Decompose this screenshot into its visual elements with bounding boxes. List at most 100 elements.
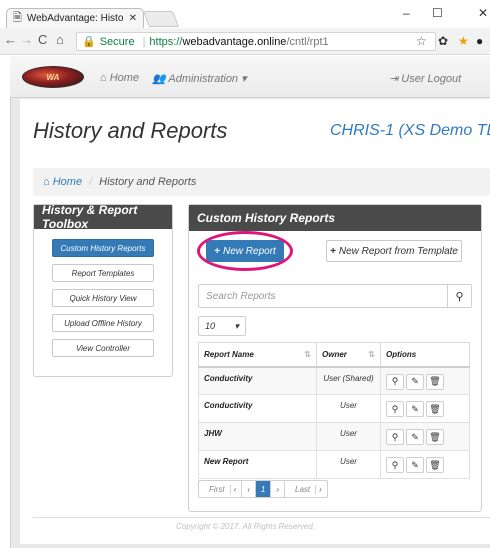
column-options: Options xyxy=(380,342,470,368)
view-icon[interactable]: ⚲ xyxy=(386,429,404,445)
column-options-label: Options xyxy=(386,349,417,359)
breadcrumb: ⌂ Home / History and Reports xyxy=(33,168,490,196)
search-icon: ⚲ xyxy=(455,290,464,303)
delete-icon[interactable]: 🗑 xyxy=(426,457,444,473)
secure-label: Secure xyxy=(99,35,135,48)
toolbox-custom-history-reports[interactable]: Custom History Reports xyxy=(52,239,154,257)
pager-next[interactable]: › xyxy=(271,481,286,497)
report-owner: User xyxy=(316,450,381,479)
toolbox-title: History & Report Toolbox xyxy=(34,203,172,231)
footer-divider xyxy=(33,517,490,518)
tab-close-icon[interactable]: ✕ xyxy=(129,13,137,24)
forward-icon[interactable]: → xyxy=(20,32,33,47)
toolbox-quick-history-view[interactable]: Quick History View xyxy=(52,289,154,307)
pager-last[interactable]: Last › xyxy=(285,481,327,497)
report-owner: User xyxy=(316,422,381,451)
reload-icon[interactable]: C xyxy=(38,32,47,47)
toolbox-upload-offline-history[interactable]: Upload Offline History xyxy=(52,314,154,332)
pager-page-1[interactable]: 1 xyxy=(255,481,272,497)
plus-icon: + xyxy=(330,245,336,257)
nav-logout[interactable]: ⇥ User Logout xyxy=(389,72,461,85)
report-options: ⚲ ✎ 🗑 xyxy=(380,366,470,395)
maximize-icon[interactable]: ☐ xyxy=(432,6,443,20)
breadcrumb-current: History and Reports xyxy=(99,176,197,188)
chevron-left-icon: ‹ xyxy=(247,484,250,494)
report-name: Conductivity xyxy=(198,394,317,423)
toolbox-panel: History & Report Toolbox Custom History … xyxy=(33,203,173,377)
report-name: Conductivity xyxy=(198,366,317,395)
view-icon[interactable]: ⚲ xyxy=(386,457,404,473)
new-report-from-template-label: New Report from Template xyxy=(338,245,458,257)
report-options: ⚲ ✎ 🗑 xyxy=(380,450,470,479)
column-owner[interactable]: Owner ⇅ xyxy=(316,342,381,368)
view-icon[interactable]: ⚲ xyxy=(386,401,404,417)
delete-icon[interactable]: 🗑 xyxy=(426,401,444,417)
back-icon[interactable]: ← xyxy=(4,32,17,47)
reports-table: Report Name ⇅ Owner ⇅ Options Conductivi… xyxy=(198,342,470,479)
footer-copyright: Copyright © 2017. All Rights Reserved. xyxy=(176,522,315,531)
delete-icon[interactable]: 🗑 xyxy=(426,429,444,445)
url-separator: | xyxy=(142,35,146,48)
tab-title: WebAdvantage: History & xyxy=(26,13,124,24)
report-options: ⚲ ✎ 🗑 xyxy=(380,394,470,423)
url-scheme: https:// xyxy=(149,35,183,48)
toolbox-view-controller[interactable]: View Controller xyxy=(52,339,154,357)
delete-icon[interactable]: 🗑 xyxy=(426,373,444,390)
sort-icon: ⇅ xyxy=(368,350,375,359)
report-owner: User xyxy=(316,394,381,423)
breadcrumb-home-label: Home xyxy=(52,176,83,188)
breadcrumb-separator: / xyxy=(89,176,93,188)
extension-icon[interactable]: ✿ xyxy=(438,34,448,48)
nav-home[interactable]: ⌂ Home xyxy=(100,72,139,84)
chevron-right-icon: › xyxy=(276,484,280,494)
browser-tab[interactable]: 🗎 WebAdvantage: History & ✕ xyxy=(6,8,144,28)
extension-circle-icon[interactable]: ● xyxy=(476,34,483,48)
report-name: JHW xyxy=(198,422,317,451)
bookmark-star-icon[interactable]: ☆ xyxy=(416,34,427,48)
caret-down-icon: ▾ xyxy=(241,73,247,85)
minimize-icon[interactable]: – xyxy=(403,6,410,20)
pager-prev[interactable]: ‹ xyxy=(242,481,256,497)
pager-first-label: First xyxy=(204,484,231,494)
edit-icon[interactable]: ✎ xyxy=(406,401,424,417)
users-icon: 👥 xyxy=(152,73,166,85)
pagination: First ‹ ‹ 1 › Last › xyxy=(198,480,328,498)
address-bar[interactable]: 🔒 Secure | https:// webadvantage.online … xyxy=(76,32,436,51)
page-size-select[interactable]: 10 ▾ xyxy=(198,316,246,336)
view-icon[interactable]: ⚲ xyxy=(386,373,404,390)
nav-home-label: Home xyxy=(109,72,140,84)
edit-icon[interactable]: ✎ xyxy=(406,373,424,390)
company-logo[interactable]: WA xyxy=(22,66,84,88)
home-icon[interactable]: ⌂ xyxy=(56,32,64,47)
sort-icon: ⇅ xyxy=(304,350,311,359)
edit-icon[interactable]: ✎ xyxy=(406,429,424,445)
table-row: Conductivity User (Shared) ⚲ ✎ 🗑 xyxy=(198,366,470,395)
new-tab-button[interactable] xyxy=(143,11,179,27)
logout-icon: ⇥ xyxy=(389,73,399,85)
home-icon: ⌂ xyxy=(100,72,107,84)
report-name: New Report xyxy=(198,450,317,479)
table-row: JHW User ⚲ ✎ 🗑 xyxy=(198,422,470,451)
column-owner-label: Owner xyxy=(322,349,347,359)
nav-administration-label: Administration xyxy=(168,73,239,85)
column-report-name[interactable]: Report Name ⇅ xyxy=(198,342,317,368)
edit-icon[interactable]: ✎ xyxy=(406,457,424,473)
toolbox-report-templates[interactable]: Report Templates xyxy=(52,264,154,282)
caret-down-icon: ▾ xyxy=(234,320,239,331)
page-size-value: 10 xyxy=(205,321,216,331)
chevron-right-icon: › xyxy=(319,484,322,494)
lock-icon: 🔒 xyxy=(82,36,96,48)
report-owner: User (Shared) xyxy=(316,366,381,395)
extension-star-icon[interactable]: ★ xyxy=(458,34,469,48)
pager-first[interactable]: First ‹ xyxy=(199,481,243,497)
chevron-left-icon: ‹ xyxy=(233,484,237,494)
breadcrumb-home[interactable]: ⌂ Home xyxy=(43,176,82,188)
nav-logout-label: User Logout xyxy=(401,73,462,85)
window-close-icon[interactable]: ✕ xyxy=(478,6,488,20)
table-row: Conductivity User ⚲ ✎ 🗑 xyxy=(198,394,470,423)
new-report-from-template-button[interactable]: + New Report from Template xyxy=(326,240,462,262)
search-reports-input[interactable]: Search Reports xyxy=(198,284,448,308)
nav-administration[interactable]: 👥 Administration ▾ xyxy=(152,72,247,85)
search-button[interactable]: ⚲ xyxy=(447,284,472,308)
pager-last-label: Last xyxy=(290,484,317,494)
